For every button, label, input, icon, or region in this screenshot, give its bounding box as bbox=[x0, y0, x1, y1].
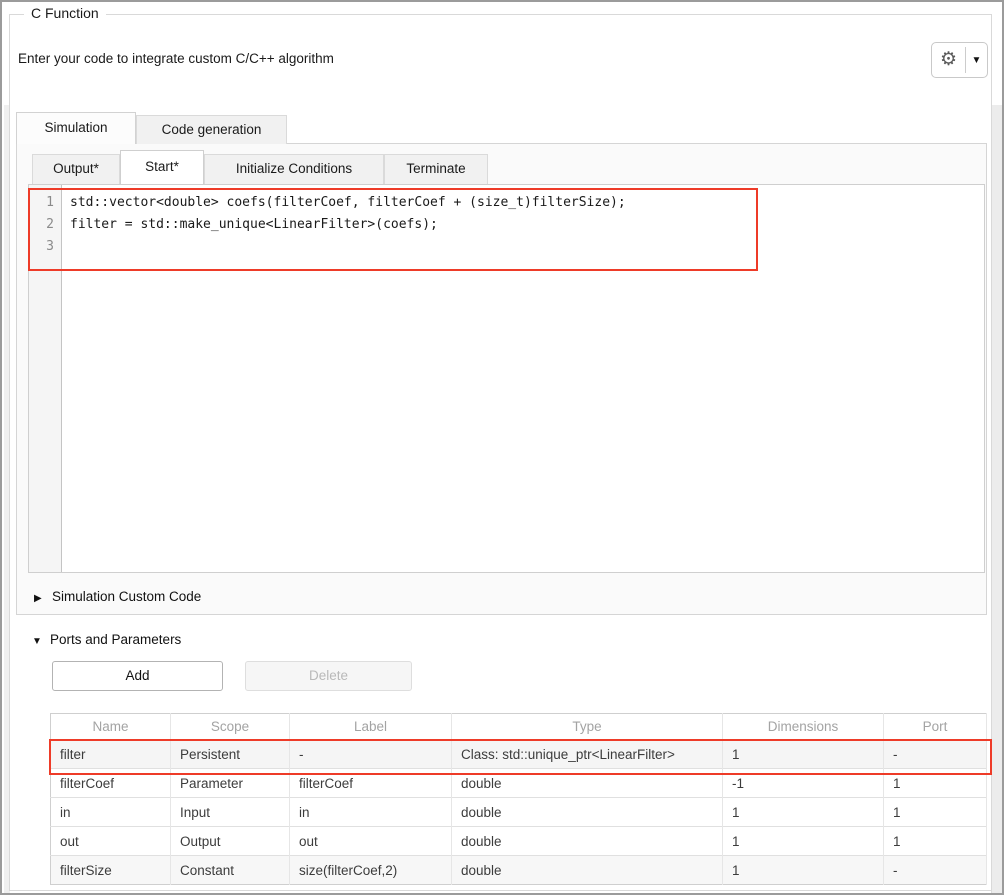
tab-terminate[interactable]: Terminate bbox=[384, 154, 488, 184]
cell-port[interactable]: - bbox=[884, 856, 987, 885]
column-header-type[interactable]: Type bbox=[452, 714, 723, 740]
cell-type[interactable]: double bbox=[452, 769, 723, 798]
table-row-in[interactable]: in Input in double 1 1 bbox=[51, 798, 987, 827]
column-header-port[interactable]: Port bbox=[884, 714, 987, 740]
scrollbar-track[interactable] bbox=[991, 105, 1004, 895]
column-header-dimensions[interactable]: Dimensions bbox=[723, 714, 884, 740]
line-number: 1 bbox=[29, 192, 61, 214]
add-button[interactable]: Add bbox=[52, 661, 223, 691]
cell-name[interactable]: out bbox=[51, 827, 171, 856]
cell-label[interactable]: out bbox=[290, 827, 452, 856]
cell-dimensions[interactable]: -1 bbox=[723, 769, 884, 798]
groupbox-title: C Function bbox=[24, 5, 106, 21]
cell-label[interactable]: filterCoef bbox=[290, 769, 452, 798]
table-row-out[interactable]: out Output out double 1 1 bbox=[51, 827, 987, 856]
cell-port[interactable]: - bbox=[884, 740, 987, 769]
cell-scope[interactable]: Constant bbox=[171, 856, 290, 885]
cell-scope[interactable]: Output bbox=[171, 827, 290, 856]
cell-type[interactable]: double bbox=[452, 856, 723, 885]
tab-simulation[interactable]: Simulation bbox=[16, 112, 136, 144]
cell-label[interactable]: - bbox=[290, 740, 452, 769]
c-function-dialog: C Function Enter your code to integrate … bbox=[0, 0, 1004, 895]
section-label: Ports and Parameters bbox=[50, 632, 181, 647]
section-ports-and-parameters[interactable]: ▼Ports and Parameters bbox=[32, 632, 181, 647]
ports-table: Name Scope Label Type Dimensions Port fi… bbox=[50, 713, 987, 885]
cell-dimensions[interactable]: 1 bbox=[723, 827, 884, 856]
cell-dimensions[interactable]: 1 bbox=[723, 798, 884, 827]
column-header-scope[interactable]: Scope bbox=[171, 714, 290, 740]
cell-name[interactable]: in bbox=[51, 798, 171, 827]
chevron-down-icon[interactable]: ▼ bbox=[966, 55, 987, 66]
tab-initialize-conditions[interactable]: Initialize Conditions bbox=[204, 154, 384, 184]
line-number-gutter: 1 2 3 bbox=[29, 185, 62, 572]
code-area[interactable]: std::vector<double> coefs(filterCoef, fi… bbox=[62, 185, 984, 572]
tab-code-generation[interactable]: Code generation bbox=[136, 115, 287, 144]
cell-port[interactable]: 1 bbox=[884, 827, 987, 856]
cell-label[interactable]: in bbox=[290, 798, 452, 827]
table-row-filtersize[interactable]: filterSize Constant size(filterCoef,2) d… bbox=[51, 856, 987, 885]
dialog-description: Enter your code to integrate custom C/C+… bbox=[18, 51, 334, 66]
tab-output[interactable]: Output* bbox=[32, 154, 120, 184]
code-editor[interactable]: 1 2 3 std::vector<double> coefs(filterCo… bbox=[28, 184, 985, 573]
cell-port[interactable]: 1 bbox=[884, 769, 987, 798]
cell-scope[interactable]: Persistent bbox=[171, 740, 290, 769]
cell-type[interactable]: Class: std::unique_ptr<LinearFilter> bbox=[452, 740, 723, 769]
settings-split-button[interactable]: ⚙ ▼ bbox=[931, 42, 988, 78]
tab-start[interactable]: Start* bbox=[120, 150, 204, 184]
cell-label[interactable]: size(filterCoef,2) bbox=[290, 856, 452, 885]
column-header-name[interactable]: Name bbox=[51, 714, 171, 740]
cell-name[interactable]: filterCoef bbox=[51, 769, 171, 798]
table-row-filter[interactable]: filter Persistent - Class: std::unique_p… bbox=[51, 740, 987, 769]
cell-scope[interactable]: Parameter bbox=[171, 769, 290, 798]
collapsed-arrow-icon[interactable]: ▶ bbox=[34, 593, 52, 604]
cell-port[interactable]: 1 bbox=[884, 798, 987, 827]
section-label: Simulation Custom Code bbox=[52, 589, 201, 604]
section-simulation-custom-code[interactable]: ▶Simulation Custom Code bbox=[34, 589, 201, 604]
delete-button[interactable]: Delete bbox=[245, 661, 412, 691]
gear-icon[interactable]: ⚙ bbox=[932, 43, 965, 77]
line-number: 2 bbox=[29, 214, 61, 236]
cell-dimensions[interactable]: 1 bbox=[723, 740, 884, 769]
code-line[interactable]: filter = std::make_unique<LinearFilter>(… bbox=[70, 214, 984, 236]
cell-type[interactable]: double bbox=[452, 827, 723, 856]
cell-type[interactable]: double bbox=[452, 798, 723, 827]
code-line[interactable]: std::vector<double> coefs(filterCoef, fi… bbox=[70, 192, 984, 214]
column-header-label[interactable]: Label bbox=[290, 714, 452, 740]
expanded-arrow-icon[interactable]: ▼ bbox=[32, 636, 50, 647]
cell-name[interactable]: filter bbox=[51, 740, 171, 769]
table-header-row: Name Scope Label Type Dimensions Port bbox=[51, 714, 987, 740]
cell-dimensions[interactable]: 1 bbox=[723, 856, 884, 885]
table-row-filtercoef[interactable]: filterCoef Parameter filterCoef double -… bbox=[51, 769, 987, 798]
cell-scope[interactable]: Input bbox=[171, 798, 290, 827]
line-number: 3 bbox=[29, 236, 61, 258]
cell-name[interactable]: filterSize bbox=[51, 856, 171, 885]
